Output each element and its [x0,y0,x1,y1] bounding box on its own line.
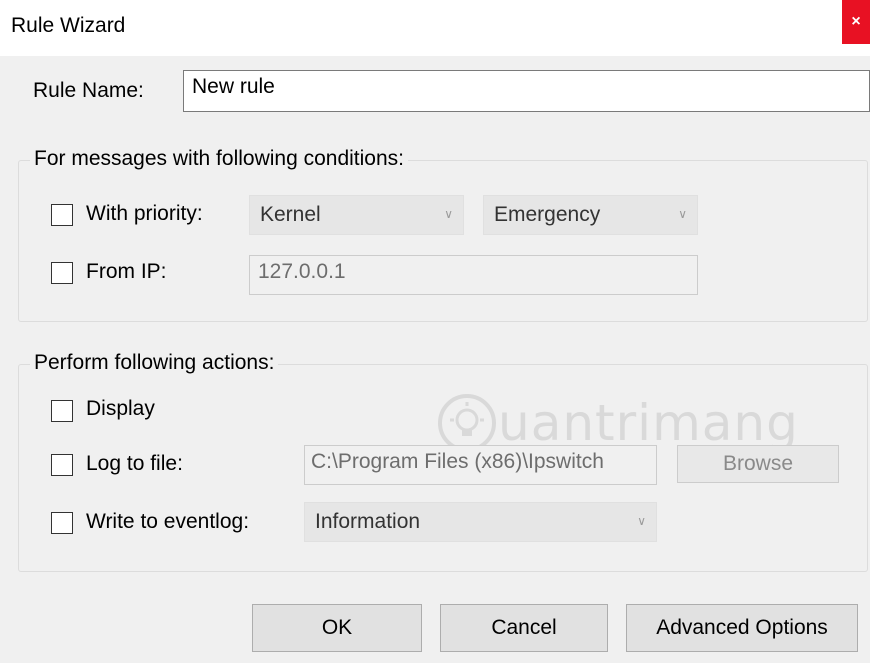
log-file-path-input[interactable]: C:\Program Files (x86)\Ipswitch [304,445,657,485]
chevron-down-icon: ∨ [678,207,687,221]
from-ip-input[interactable]: 127.0.0.1 [249,255,698,295]
display-checkbox[interactable] [51,400,73,422]
browse-button[interactable]: Browse [677,445,839,483]
eventlog-level-select[interactable]: Information ∨ [304,502,657,542]
chevron-down-icon: ∨ [637,514,646,528]
conditions-group-title: For messages with following conditions: [30,147,409,171]
with-priority-label: With priority: [86,202,203,225]
write-eventlog-checkbox[interactable] [51,512,73,534]
from-ip-label: From IP: [86,260,167,283]
eventlog-level-value: Information [315,510,421,533]
cancel-button[interactable]: Cancel [440,604,608,652]
actions-group-title: Perform following actions: [30,351,279,375]
dialog-body: Rule Name: New rule For messages with fo… [0,56,870,663]
advanced-options-button-label: Advanced Options [656,616,828,639]
priority-level-select[interactable]: Emergency ∨ [483,195,698,235]
advanced-options-button[interactable]: Advanced Options [626,604,858,652]
close-icon: × [851,13,861,30]
rule-name-label: Rule Name: [33,79,144,102]
browse-button-label: Browse [722,452,794,475]
watermark-text: uantrimang [498,394,799,452]
priority-facility-select[interactable]: Kernel ∨ [249,195,464,235]
rule-name-input[interactable]: New rule [183,70,870,112]
priority-level-value: Emergency [494,203,601,226]
log-to-file-checkbox[interactable] [51,454,73,476]
with-priority-checkbox[interactable] [51,204,73,226]
from-ip-value: 127.0.0.1 [258,260,346,283]
log-to-file-label: Log to file: [86,452,183,475]
cancel-button-label: Cancel [491,616,557,639]
title-bar: Rule Wizard × [0,0,870,56]
close-button[interactable]: × [842,0,870,44]
ok-button-label: OK [321,616,353,639]
write-eventlog-label: Write to eventlog: [86,510,250,533]
ok-button[interactable]: OK [252,604,422,652]
rule-name-value: New rule [192,75,275,98]
chevron-down-icon: ∨ [444,207,453,221]
from-ip-checkbox[interactable] [51,262,73,284]
conditions-group [18,160,868,322]
priority-facility-value: Kernel [260,203,321,226]
display-label: Display [86,397,155,420]
window-title: Rule Wizard [11,14,126,37]
log-file-path-value: C:\Program Files (x86)\Ipswitch [311,450,604,473]
